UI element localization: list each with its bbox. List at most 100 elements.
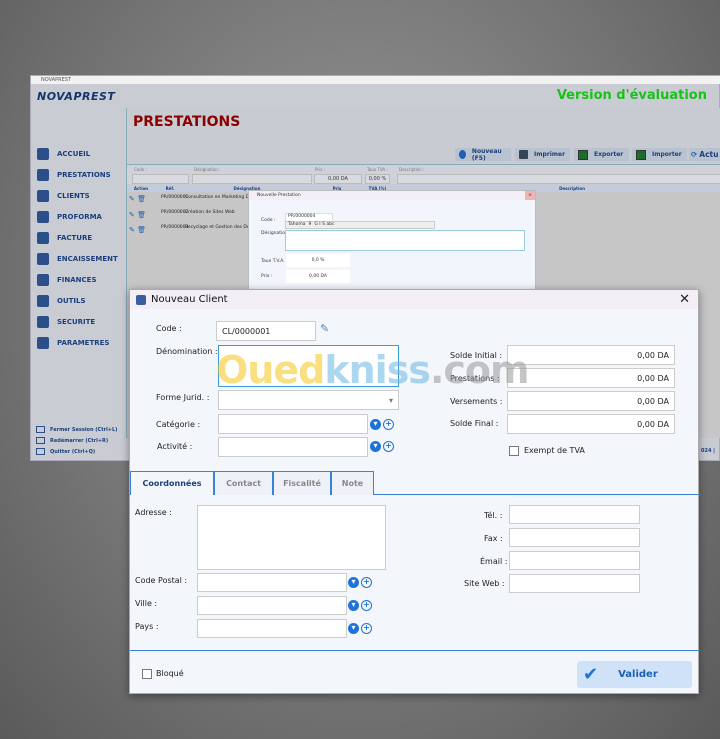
sidebar-label: SECURITE	[57, 318, 96, 326]
add-icon[interactable]: +	[383, 441, 394, 452]
printer-icon	[519, 150, 528, 159]
footer-label: Fermer Session (Ctrl+L)	[50, 426, 118, 433]
designation-input[interactable]	[285, 230, 525, 251]
bloque-checkbox[interactable]	[142, 669, 152, 679]
footer-label: Quitter (Ctrl+Q)	[50, 448, 96, 455]
logout-button[interactable]: Fermer Session (Ctrl+L)	[36, 426, 117, 433]
edit-pen-icon[interactable]: ✎	[320, 322, 329, 335]
close-icon[interactable]: ×	[525, 191, 535, 200]
code-postal-input[interactable]	[197, 573, 347, 592]
sidebar-item-encaissement[interactable]: ENCAISSEMENT	[37, 253, 118, 265]
solde-final-input[interactable]: 0,00 DA	[507, 414, 675, 434]
filter-taux-input[interactable]: 0,00 %	[365, 174, 390, 184]
sidebar-item-clients[interactable]: CLIENTS	[37, 190, 90, 202]
quit-button[interactable]: Quitter (Ctrl+Q)	[36, 448, 95, 455]
dropdown-icon[interactable]: ▾	[370, 441, 381, 452]
new-button[interactable]: Nouveau (F5)	[455, 148, 511, 162]
field-label: Ville :	[135, 599, 158, 608]
close-icon[interactable]: ✕	[679, 292, 690, 307]
filter-designation-input[interactable]	[192, 174, 312, 184]
sidebar-item-facture[interactable]: FACTURE	[37, 232, 92, 244]
sidebar-label: CLIENTS	[57, 192, 90, 200]
tab-coordonnees[interactable]: Coordonnées	[130, 471, 214, 495]
gear-icon	[37, 337, 49, 349]
finance-icon	[37, 274, 49, 286]
import-button[interactable]: Importer	[632, 148, 687, 161]
row-actions[interactable]: ✎ 🗑	[129, 195, 146, 203]
dropdown-icon[interactable]: ▾	[348, 623, 359, 634]
excel-icon	[636, 149, 646, 160]
button-label: Imprimer	[534, 151, 566, 158]
size-select[interactable]: 9	[309, 222, 312, 228]
sidebar-item-finances[interactable]: FINANCES	[37, 274, 96, 286]
font-select[interactable]: Tahoma	[288, 222, 306, 228]
sidebar-label: PROFORMA	[57, 213, 102, 221]
filter-description-input[interactable]	[397, 174, 720, 184]
watermark: Ouedkniss.com	[216, 348, 530, 392]
refresh-button[interactable]: ⟳ Actu	[689, 148, 720, 161]
prix-input[interactable]: 0,00 DA	[286, 270, 350, 283]
column-header[interactable]: Action	[129, 186, 153, 191]
prestations-input[interactable]: 0,00 DA	[507, 368, 675, 388]
sidebar-item-securite[interactable]: SECURITE	[37, 316, 95, 328]
taux-input[interactable]: 0,0 %	[286, 254, 350, 267]
field-label: Activité :	[157, 442, 193, 451]
column-header[interactable]: Description	[547, 186, 597, 191]
sidebar-item-prestations[interactable]: PRESTATIONS	[37, 169, 111, 181]
dialog-title: Nouvelle Prestation	[249, 191, 535, 200]
checkbox-label: Bloqué	[156, 669, 184, 678]
sidebar-item-accueil[interactable]: ACCUEIL	[37, 148, 90, 160]
filter-code-input[interactable]	[132, 174, 189, 184]
solde-initial-input[interactable]: 0,00 DA	[507, 345, 675, 365]
button-label: Exporter	[594, 151, 624, 158]
checkmark-icon: ✔	[583, 664, 599, 685]
pays-input[interactable]	[197, 619, 347, 638]
activite-input[interactable]	[218, 437, 368, 457]
footer-divider	[130, 650, 700, 651]
activite-controls: ▾ +	[370, 441, 394, 452]
field-label: Catégorie :	[156, 420, 201, 429]
adresse-input[interactable]	[197, 505, 386, 570]
restart-button[interactable]: Redémarrer (Ctrl+R)	[36, 437, 108, 444]
row-actions[interactable]: ✎ 🗑	[129, 211, 146, 219]
cash-icon	[37, 253, 49, 265]
dropdown-icon[interactable]: ▾	[348, 577, 359, 588]
checkbox-label: Exempt de TVA	[524, 446, 585, 455]
sidebar-label: FINANCES	[57, 276, 97, 284]
add-icon[interactable]: +	[361, 600, 372, 611]
sidebar-item-proforma[interactable]: PROFORMA	[37, 211, 102, 223]
email-input[interactable]	[509, 551, 640, 570]
lock-icon	[36, 426, 45, 433]
filter-prix-input[interactable]: 0,00 DA	[314, 174, 362, 184]
dropdown-icon[interactable]: ▾	[348, 600, 359, 611]
tab-contact[interactable]: Contact	[214, 471, 273, 495]
add-icon[interactable]: +	[383, 419, 394, 430]
export-button[interactable]: Exporter	[574, 148, 629, 161]
sidebar-item-outils[interactable]: OUTILS	[37, 295, 86, 307]
print-button[interactable]: Imprimer	[515, 148, 570, 161]
filter-label: Description :	[399, 167, 425, 172]
ville-input[interactable]	[197, 596, 347, 615]
versements-input[interactable]: 0,00 DA	[507, 391, 675, 411]
add-icon[interactable]: +	[361, 623, 372, 634]
key-icon	[37, 316, 49, 328]
add-icon[interactable]: +	[361, 577, 372, 588]
tel-input[interactable]	[509, 505, 640, 524]
format-toolbar[interactable]: Tahoma 9 G I S abc	[285, 221, 435, 229]
row-actions[interactable]: ✎ 🗑	[129, 226, 146, 234]
excel-icon	[578, 149, 588, 160]
fax-input[interactable]	[509, 528, 640, 547]
column-header[interactable]: Réf.	[155, 186, 185, 191]
format-buttons[interactable]: G I S abc	[314, 222, 334, 228]
tab-fiscalite[interactable]: Fiscalité	[273, 471, 331, 495]
forme-juridique-select[interactable]: ▾	[218, 390, 399, 410]
tab-note[interactable]: Note	[331, 471, 374, 495]
sidebar-item-parametres[interactable]: PARAMETRES	[37, 337, 109, 349]
exempt-tva-checkbox[interactable]	[509, 446, 519, 456]
code-input[interactable]: CL/0000001	[216, 321, 316, 341]
field-label: Tél. :	[484, 511, 503, 520]
categorie-input[interactable]	[218, 414, 368, 434]
site-web-input[interactable]	[509, 574, 640, 593]
validate-button[interactable]: ✔ Valider	[577, 661, 692, 688]
dropdown-icon[interactable]: ▾	[370, 419, 381, 430]
